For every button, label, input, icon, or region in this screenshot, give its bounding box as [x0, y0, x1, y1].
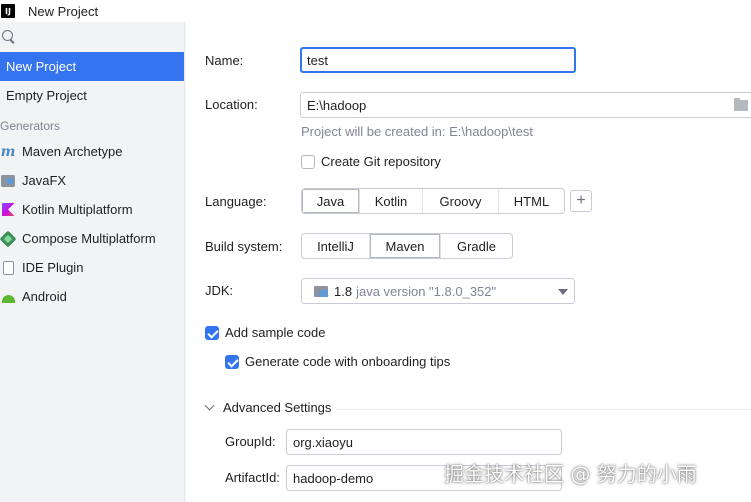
title-bar: IJ New Project — [0, 0, 751, 22]
browse-folder-icon[interactable] — [734, 98, 748, 111]
onboarding-tips-checkbox[interactable]: Generate code with onboarding tips — [225, 354, 450, 369]
jdk-label: JDK: — [205, 283, 234, 298]
sidebar-item-label: Kotlin Multiplatform — [22, 202, 133, 217]
build-option-maven[interactable]: Maven — [370, 234, 441, 258]
create-git-label: Create Git repository — [321, 154, 441, 169]
location-hint: Project will be created in: E:\hadoop\te… — [301, 124, 533, 139]
generators-section-label: Generators — [0, 119, 61, 133]
sidebar-item-javafx[interactable]: JavaFX — [0, 166, 184, 195]
create-git-checkbox[interactable]: Create Git repository — [301, 154, 441, 169]
build-system-label: Build system: — [205, 239, 283, 254]
build-option-gradle[interactable]: Gradle — [441, 234, 512, 258]
location-field[interactable]: E:\hadoop — [300, 92, 751, 118]
sidebar: New Project Empty Project Generators m M… — [0, 22, 185, 502]
language-option-html[interactable]: HTML — [499, 189, 564, 213]
artifactid-label: ArtifactId: — [225, 470, 280, 485]
onboarding-tips-label: Generate code with onboarding tips — [245, 354, 451, 369]
language-selector: Java Kotlin Groovy HTML — [301, 188, 565, 214]
sidebar-item-label: Empty Project — [6, 88, 87, 103]
checkbox-box[interactable] — [205, 325, 219, 340]
groupid-field-value: org.xiaoyu — [293, 434, 353, 450]
new-project-form: Name: test Location: E:\hadoop Project w… — [186, 22, 751, 502]
artifactid-field-value: hadoop-demo — [293, 470, 374, 486]
kotlin-icon — [1, 203, 15, 216]
javafx-icon — [1, 174, 15, 187]
sidebar-item-ide-plugin[interactable]: IDE Plugin — [0, 253, 184, 282]
watermark: 掘金技术社区 @ 努力的小雨 — [444, 462, 697, 486]
add-sample-code-label: Add sample code — [225, 325, 326, 340]
compose-icon — [0, 230, 17, 247]
section-divider — [336, 409, 751, 410]
sidebar-item-android[interactable]: Android — [0, 282, 184, 311]
plugin-icon — [2, 260, 14, 275]
name-field-value: test — [307, 52, 328, 68]
jdk-description: java version "1.8.0_352" — [356, 283, 497, 299]
chevron-down-icon[interactable] — [204, 400, 215, 411]
language-option-groovy[interactable]: Groovy — [423, 189, 499, 213]
advanced-settings-label: Advanced Settings — [223, 400, 332, 415]
sidebar-item-label: Maven Archetype — [22, 144, 123, 159]
jdk-version: 1.8 — [334, 283, 353, 299]
chevron-down-icon[interactable] — [558, 289, 568, 295]
sidebar-item-label: New Project — [6, 59, 77, 74]
groupid-field[interactable]: org.xiaoyu — [286, 429, 562, 455]
name-label: Name: — [205, 53, 244, 68]
sidebar-item-label: IDE Plugin — [22, 260, 84, 275]
search-icon[interactable] — [2, 30, 16, 44]
window-title: New Project — [28, 3, 99, 19]
build-system-selector: IntelliJ Maven Gradle — [301, 233, 513, 259]
checkbox-box[interactable] — [301, 154, 315, 169]
sidebar-item-label: Compose Multiplatform — [22, 231, 156, 246]
sidebar-item-kotlin-multiplatform[interactable]: Kotlin Multiplatform — [0, 195, 184, 224]
sidebar-item-new-project[interactable]: New Project — [0, 52, 184, 81]
jdk-folder-icon — [314, 285, 328, 297]
jdk-dropdown[interactable]: 1.8 java version "1.8.0_352" — [301, 278, 575, 304]
sidebar-item-maven-archetype[interactable]: m Maven Archetype — [0, 137, 184, 166]
sidebar-item-label: JavaFX — [22, 173, 67, 188]
add-language-button[interactable]: + — [570, 190, 592, 212]
sidebar-item-label: Android — [22, 289, 67, 304]
language-option-java[interactable]: Java — [302, 189, 360, 213]
sidebar-item-empty-project[interactable]: Empty Project — [0, 81, 184, 110]
location-label: Location: — [205, 97, 258, 112]
build-option-intellij[interactable]: IntelliJ — [302, 234, 370, 258]
intellij-app-icon: IJ — [1, 4, 15, 18]
add-sample-code-checkbox[interactable]: Add sample code — [205, 325, 325, 340]
android-icon — [1, 294, 15, 303]
groupid-label: GroupId: — [225, 434, 276, 449]
advanced-settings-toggle[interactable]: Advanced Settings — [204, 400, 332, 415]
location-field-value: E:\hadoop — [307, 97, 367, 113]
maven-icon: m — [0, 143, 16, 160]
language-option-kotlin[interactable]: Kotlin — [360, 189, 423, 213]
language-label: Language: — [205, 194, 267, 209]
checkbox-box[interactable] — [225, 354, 239, 369]
name-field[interactable]: test — [300, 47, 576, 73]
sidebar-search[interactable] — [0, 22, 184, 52]
sidebar-item-compose-multiplatform[interactable]: Compose Multiplatform — [0, 224, 184, 253]
